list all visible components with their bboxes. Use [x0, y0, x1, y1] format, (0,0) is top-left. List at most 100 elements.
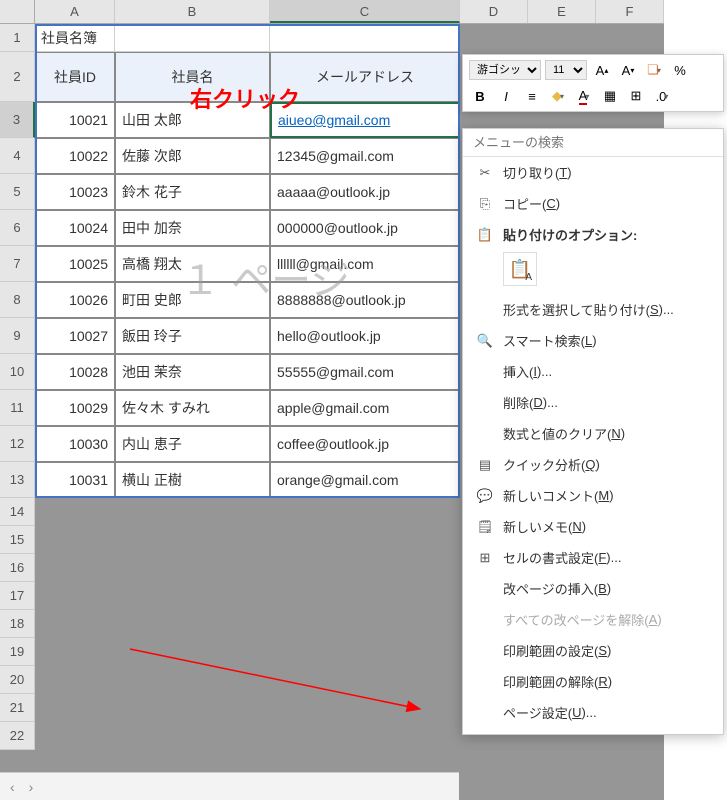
- cell[interactable]: メールアドレス: [270, 52, 460, 102]
- cell[interactable]: 田中 加奈: [115, 210, 270, 246]
- menu-search-input[interactable]: [473, 135, 713, 150]
- italic-button[interactable]: I: [495, 85, 517, 107]
- cell[interactable]: 10027: [35, 318, 115, 354]
- column-header-C[interactable]: C: [270, 0, 460, 23]
- cell[interactable]: 10021: [35, 102, 115, 138]
- cell[interactable]: 佐々木 すみれ: [115, 390, 270, 426]
- menu-item[interactable]: 印刷範囲の解除(R): [463, 666, 723, 697]
- nav-prev-icon[interactable]: ‹: [10, 779, 15, 795]
- font-select[interactable]: 游ゴシック: [469, 60, 541, 80]
- decrease-font-icon[interactable]: A▾: [617, 59, 639, 81]
- row-header[interactable]: 17: [0, 582, 35, 610]
- cell[interactable]: 10022: [35, 138, 115, 174]
- cell[interactable]: [115, 24, 270, 52]
- menu-item[interactable]: ⎘コピー(C): [463, 188, 723, 219]
- column-header-A[interactable]: A: [35, 0, 115, 23]
- cell[interactable]: [270, 24, 460, 52]
- cell[interactable]: 佐藤 次郎: [115, 138, 270, 174]
- cell[interactable]: aaaaa@outlook.jp: [270, 174, 460, 210]
- menu-item[interactable]: 🗒新しいメモ(N): [463, 511, 723, 542]
- number-format-button[interactable]: .0▾: [651, 85, 673, 107]
- cell[interactable]: 10026: [35, 282, 115, 318]
- row-header[interactable]: 18: [0, 610, 35, 638]
- cell[interactable]: aiueo@gmail.com: [270, 102, 460, 138]
- bold-button[interactable]: B: [469, 85, 491, 107]
- cell[interactable]: 池田 茉奈: [115, 354, 270, 390]
- cell[interactable]: 横山 正樹: [115, 462, 270, 498]
- row-header[interactable]: 16: [0, 554, 35, 582]
- cell[interactable]: 10029: [35, 390, 115, 426]
- menu-item[interactable]: 💬新しいコメント(M): [463, 480, 723, 511]
- row-header[interactable]: 4: [0, 138, 35, 174]
- row-header[interactable]: 10: [0, 354, 35, 390]
- cell[interactable]: 8888888@outlook.jp: [270, 282, 460, 318]
- border-button[interactable]: ▦: [599, 85, 621, 107]
- cell[interactable]: 55555@gmail.com: [270, 354, 460, 390]
- cell[interactable]: orange@gmail.com: [270, 462, 460, 498]
- row-header[interactable]: 7: [0, 246, 35, 282]
- percent-icon[interactable]: %: [669, 59, 691, 81]
- row-header[interactable]: 8: [0, 282, 35, 318]
- row-header[interactable]: 20: [0, 666, 35, 694]
- fill-color-button[interactable]: ◆▾: [547, 85, 569, 107]
- row-header[interactable]: 19: [0, 638, 35, 666]
- row-header[interactable]: 11: [0, 390, 35, 426]
- cell[interactable]: 10030: [35, 426, 115, 462]
- cell[interactable]: 社員ID: [35, 52, 115, 102]
- cell[interactable]: 000000@outlook.jp: [270, 210, 460, 246]
- row-header[interactable]: 21: [0, 694, 35, 722]
- row-header[interactable]: 13: [0, 462, 35, 498]
- column-header-E[interactable]: E: [528, 0, 596, 23]
- cell[interactable]: 飯田 玲子: [115, 318, 270, 354]
- cell[interactable]: 高橋 翔太: [115, 246, 270, 282]
- menu-item[interactable]: 改ページの挿入(B): [463, 573, 723, 604]
- menu-search-box[interactable]: [463, 129, 723, 157]
- row-header[interactable]: 6: [0, 210, 35, 246]
- row-header[interactable]: 5: [0, 174, 35, 210]
- cell[interactable]: 社員名: [115, 52, 270, 102]
- cell[interactable]: apple@gmail.com: [270, 390, 460, 426]
- row-header[interactable]: 22: [0, 722, 35, 750]
- menu-item[interactable]: 挿入(I)...: [463, 356, 723, 387]
- merge-button[interactable]: ⊞: [625, 85, 647, 107]
- menu-item[interactable]: ページ設定(U)...: [463, 697, 723, 728]
- menu-item[interactable]: ⊞セルの書式設定(F)...: [463, 542, 723, 573]
- increase-font-icon[interactable]: A▴: [591, 59, 613, 81]
- column-header-F[interactable]: F: [596, 0, 664, 23]
- cell[interactable]: coffee@outlook.jp: [270, 426, 460, 462]
- font-size-select[interactable]: 11: [545, 60, 587, 80]
- menu-item[interactable]: 削除(D)...: [463, 387, 723, 418]
- row-header[interactable]: 9: [0, 318, 35, 354]
- menu-item[interactable]: 印刷範囲の設定(S): [463, 635, 723, 666]
- cell[interactable]: 10028: [35, 354, 115, 390]
- cell[interactable]: 10024: [35, 210, 115, 246]
- cell[interactable]: 鈴木 花子: [115, 174, 270, 210]
- format-painter-icon[interactable]: ❏▾: [643, 59, 665, 81]
- nav-next-icon[interactable]: ›: [29, 779, 34, 795]
- cell[interactable]: 山田 太郎: [115, 102, 270, 138]
- cell[interactable]: hello@outlook.jp: [270, 318, 460, 354]
- menu-item[interactable]: ✂切り取り(T): [463, 157, 723, 188]
- paste-option-default[interactable]: 📋A: [503, 252, 537, 286]
- row-header[interactable]: 12: [0, 426, 35, 462]
- cell[interactable]: llllll@gmail.com: [270, 246, 460, 282]
- row-header[interactable]: 14: [0, 498, 35, 526]
- cell[interactable]: 社員名簿: [35, 24, 115, 52]
- menu-item[interactable]: ▤クイック分析(Q): [463, 449, 723, 480]
- select-all-corner[interactable]: [0, 0, 35, 24]
- row-header[interactable]: 2: [0, 52, 35, 102]
- menu-item[interactable]: 数式と値のクリア(N): [463, 418, 723, 449]
- cell[interactable]: 10025: [35, 246, 115, 282]
- menu-item[interactable]: 形式を選択して貼り付け(S)...: [463, 294, 723, 325]
- column-header-B[interactable]: B: [115, 0, 270, 23]
- cell[interactable]: 10031: [35, 462, 115, 498]
- align-button[interactable]: ≡: [521, 85, 543, 107]
- column-header-D[interactable]: D: [460, 0, 528, 23]
- row-header[interactable]: 1: [0, 24, 35, 52]
- cell[interactable]: 町田 史郎: [115, 282, 270, 318]
- menu-item[interactable]: 📋貼り付けのオプション:: [463, 219, 723, 250]
- menu-item[interactable]: 🔍スマート検索(L): [463, 325, 723, 356]
- row-header[interactable]: 3: [0, 102, 35, 138]
- cell[interactable]: 10023: [35, 174, 115, 210]
- cell[interactable]: 12345@gmail.com: [270, 138, 460, 174]
